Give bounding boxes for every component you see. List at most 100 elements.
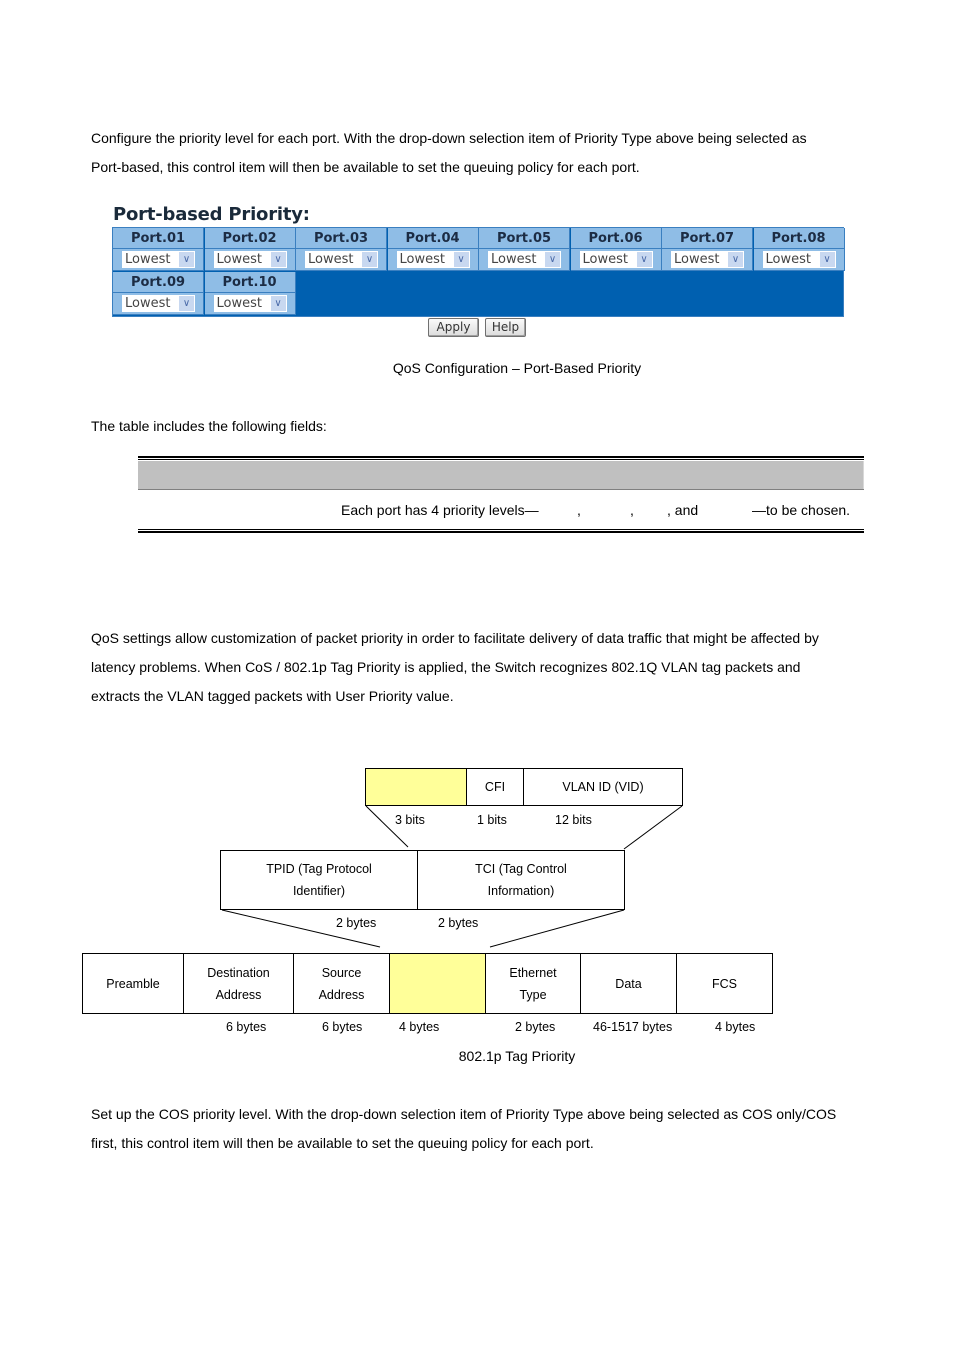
to-be-chosen-text: —to be chosen. <box>752 502 851 518</box>
table-bottom-rule-thin <box>138 529 864 530</box>
priority-select[interactable]: Lowest ∨ <box>122 295 195 312</box>
chevron-down-icon[interactable]: ∨ <box>179 296 194 311</box>
help-button[interactable]: Help <box>485 318 526 337</box>
chevron-down-icon[interactable]: ∨ <box>362 252 377 267</box>
cos-line-2: latency problems. When CoS / 802.1p Tag … <box>91 659 801 675</box>
port-label: Port.04 <box>387 228 479 249</box>
port-cell: Port.08 Lowest ∨ <box>753 228 845 271</box>
separator-2: , <box>630 502 634 518</box>
priority-select-value: Lowest <box>308 252 354 267</box>
fields-table-row: Each port has 4 priority levels— , , , a… <box>138 496 864 524</box>
port-select-container: Lowest ∨ <box>570 249 662 271</box>
priority-select[interactable]: Lowest ∨ <box>671 251 744 268</box>
tci-line-2: Information) <box>487 884 555 898</box>
fields-intro: The table includes the following fields: <box>91 418 327 434</box>
port-label: Port.05 <box>479 228 570 249</box>
preamble-label: Preamble <box>106 976 160 991</box>
fields-table-header <box>138 461 864 490</box>
tpid-field: TPID (Tag Protocol Identifier) <box>220 850 418 910</box>
cos-line-3: extracts the VLAN tagged packets with Us… <box>91 688 454 704</box>
vlan-id-size: 12 bits <box>555 813 592 827</box>
priority-select-value: Lowest <box>125 252 171 267</box>
ethernet-type-line-2: Type <box>519 987 547 1002</box>
port-cell: Port.01 Lowest ∨ <box>113 228 204 271</box>
cos-setup-line-2: first, this control item will then be av… <box>91 1135 594 1151</box>
port-priority-table: Port.01 Lowest ∨ Port.02 Lowest ∨ Port.03 Lowes… <box>112 227 845 317</box>
chevron-down-icon[interactable]: ∨ <box>728 252 743 267</box>
tci-field: TCI (Tag Control Information) <box>417 850 625 910</box>
cos-setup-paragraph: Set up the COS priority level. With the … <box>91 1100 871 1158</box>
user-priority-size: 3 bits <box>395 813 425 827</box>
priority-select-value: Lowest <box>216 296 262 311</box>
ethernet-type-line-1: Ethernet <box>509 965 557 980</box>
priority-select[interactable]: Lowest ∨ <box>213 251 287 268</box>
intro-paragraph: Configure the priority level for each po… <box>91 124 871 182</box>
separator-1: , <box>577 502 581 518</box>
chevron-down-icon[interactable]: ∨ <box>179 252 194 267</box>
chevron-down-icon[interactable]: ∨ <box>453 252 469 267</box>
port-label: Port.03 <box>296 228 387 249</box>
tag-size: 4 bytes <box>399 1020 440 1034</box>
chevron-down-icon[interactable]: ∨ <box>545 252 560 267</box>
table-top-rule <box>138 456 864 458</box>
preamble-field: Preamble <box>82 953 184 1014</box>
port-select-container: Lowest ∨ <box>113 249 204 271</box>
figure-caption-802-1p: 802.1p Tag Priority <box>458 1048 576 1064</box>
priority-select[interactable]: Lowest ∨ <box>396 251 470 268</box>
cos-setup-line-1: Set up the COS priority level. With the … <box>91 1106 837 1122</box>
destination-line-2: Address <box>215 987 262 1002</box>
port-cell: Port.03 Lowest ∨ <box>296 228 387 271</box>
user-priority-field <box>365 768 467 806</box>
port-select-container: Lowest ∨ <box>753 249 845 271</box>
apply-button[interactable]: Apply <box>428 318 479 337</box>
chevron-down-icon[interactable]: ∨ <box>636 252 652 267</box>
priority-select[interactable]: Lowest ∨ <box>305 251 378 268</box>
priority-select[interactable]: Lowest ∨ <box>579 251 653 268</box>
port-cell: Port.05 Lowest ∨ <box>479 228 570 271</box>
port-label: Port.09 <box>113 272 204 293</box>
fcs-size: 4 bytes <box>715 1020 756 1034</box>
priority-levels-text: Each port has 4 priority levels— <box>341 502 539 518</box>
cfi-field: CFI <box>466 768 524 806</box>
chevron-down-icon[interactable]: ∨ <box>819 252 835 267</box>
port-select-container: Lowest ∨ <box>662 249 753 271</box>
priority-select[interactable]: Lowest ∨ <box>488 251 561 268</box>
tpid-size: 2 bytes <box>336 916 377 930</box>
data-size: 46-1517 bytes <box>593 1020 673 1034</box>
fcs-field: FCS <box>676 953 773 1014</box>
tpid-line-2: Identifier) <box>292 884 346 898</box>
source-line-1: Source <box>321 965 362 980</box>
table-top-rule-thin <box>138 459 864 460</box>
connector-tag-right <box>489 909 625 948</box>
priority-select-value: Lowest <box>216 252 262 267</box>
source-address-field: Source Address <box>293 953 390 1014</box>
port-based-priority-title: Port-based Priority: <box>113 204 310 225</box>
port-cell: Port.10 Lowest ∨ <box>204 272 296 315</box>
port-label: Port.07 <box>662 228 753 249</box>
intro-line-1: Configure the priority level for each po… <box>91 130 807 146</box>
ethernet-type-field: Ethernet Type <box>485 953 581 1014</box>
port-select-container: Lowest ∨ <box>296 249 387 271</box>
tci-line-1: TCI (Tag Control <box>475 862 567 876</box>
priority-select[interactable]: Lowest ∨ <box>122 251 195 268</box>
tag-field-highlight <box>389 953 486 1014</box>
priority-select[interactable]: Lowest ∨ <box>213 295 287 312</box>
port-label: Port.06 <box>570 228 662 249</box>
cfi-size: 1 bits <box>477 813 507 827</box>
priority-select-value: Lowest <box>582 252 628 267</box>
port-select-container: Lowest ∨ <box>387 249 479 271</box>
port-label: Port.01 <box>113 228 204 249</box>
port-cell: Port.04 Lowest ∨ <box>387 228 479 271</box>
priority-select-value: Lowest <box>491 252 537 267</box>
destination-address-field: Destination Address <box>183 953 294 1014</box>
priority-select[interactable]: Lowest ∨ <box>762 251 836 268</box>
priority-select-value: Lowest <box>765 252 811 267</box>
priority-select-value: Lowest <box>125 296 171 311</box>
port-cell: Port.06 Lowest ∨ <box>570 228 662 271</box>
figure-caption-port-based: QoS Configuration – Port-Based Priority <box>392 360 642 376</box>
source-line-2: Address <box>318 987 365 1002</box>
chevron-down-icon[interactable]: ∨ <box>270 296 286 311</box>
port-select-container: Lowest ∨ <box>113 293 204 315</box>
destination-line-1: Destination <box>207 965 270 980</box>
chevron-down-icon[interactable]: ∨ <box>270 252 286 267</box>
